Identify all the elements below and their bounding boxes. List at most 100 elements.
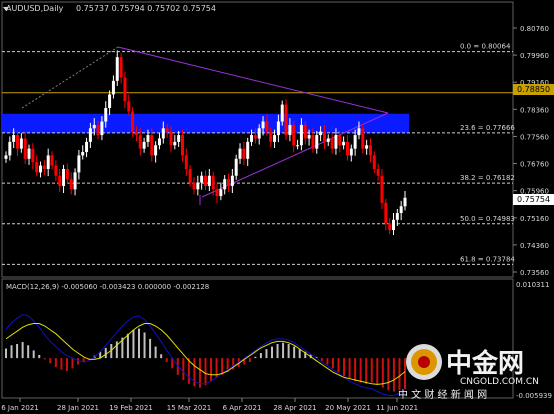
price-tick-label: 0.76760 xyxy=(520,161,549,169)
candle-body xyxy=(142,141,146,149)
candle-body xyxy=(31,148,35,163)
trendline-dotted xyxy=(21,46,119,109)
candle-body xyxy=(403,197,407,207)
candle-body xyxy=(85,141,89,153)
date-tick-label: 19 Feb 2021 xyxy=(109,404,153,412)
date-tick-label: 6 Apr 2021 xyxy=(223,404,262,412)
candle-body xyxy=(73,172,77,190)
candle-body xyxy=(211,175,215,190)
candle-body xyxy=(391,219,395,230)
candle-body xyxy=(127,101,131,112)
candle-body xyxy=(188,168,192,183)
candle-body xyxy=(357,128,361,136)
candle-body xyxy=(372,155,376,169)
candle-body xyxy=(100,121,104,136)
macd-scale-top: 0.010311 xyxy=(516,281,549,289)
candle-body xyxy=(223,179,227,190)
candle-body xyxy=(173,141,177,146)
candle-body xyxy=(54,165,58,176)
candle-body xyxy=(338,135,342,146)
candle-body xyxy=(273,135,277,142)
macd-scale-bottom: -0.005939 xyxy=(516,392,552,400)
candle-body xyxy=(169,131,173,146)
candle-body xyxy=(69,179,73,190)
candle-body xyxy=(146,135,150,142)
candle-body xyxy=(380,175,384,203)
candle-body xyxy=(134,131,138,136)
candle-body xyxy=(242,148,246,159)
date-tick-label: 28 Apr 2021 xyxy=(273,404,316,412)
candle-body xyxy=(326,138,330,142)
candle-body xyxy=(230,175,234,186)
candle-body xyxy=(161,128,165,139)
macd-line xyxy=(5,313,406,396)
candle-body xyxy=(376,168,380,176)
candle-body xyxy=(269,131,273,142)
candle-body xyxy=(131,111,135,132)
watermark-brand: 中金网 xyxy=(446,348,524,379)
symbol-title: AUDUSD,Daily xyxy=(6,4,64,13)
candle-body xyxy=(284,104,288,136)
candle-body xyxy=(257,128,261,139)
candle-body xyxy=(334,135,338,149)
candle-body xyxy=(265,121,269,132)
candle-body xyxy=(353,135,357,149)
candle-body xyxy=(342,141,346,146)
candle-body xyxy=(88,128,92,142)
candle-body xyxy=(322,131,326,142)
date-tick-label: 15 Mar 2021 xyxy=(167,404,211,412)
candle-body xyxy=(81,152,85,156)
cngold-logo-core xyxy=(418,356,430,368)
price-tick-label: 0.75160 xyxy=(520,215,549,223)
candle-body xyxy=(196,182,200,190)
candle-body xyxy=(219,189,223,197)
candle-body xyxy=(123,77,127,102)
candle-body xyxy=(77,155,81,173)
date-tick-label: 28 Jan 2021 xyxy=(57,404,99,412)
candle-body xyxy=(315,135,319,149)
candle-body xyxy=(96,124,100,136)
candle-body xyxy=(23,138,27,159)
candle-body xyxy=(253,135,257,139)
candle-body xyxy=(303,124,307,139)
candle-body xyxy=(115,57,119,81)
candle-body xyxy=(227,179,231,186)
candle-body xyxy=(292,124,296,146)
fib-label: 50.0 = 0.74983 xyxy=(460,215,515,223)
candlestick-series xyxy=(4,50,407,236)
candle-body xyxy=(138,135,142,149)
candle-body xyxy=(58,175,62,186)
triangle-upper-line xyxy=(117,46,389,114)
candle-body xyxy=(46,155,50,169)
candle-body xyxy=(192,182,196,190)
ohlc-readout: 0.75737 0.75794 0.75702 0.75754 xyxy=(76,4,216,13)
candle-body xyxy=(250,135,254,142)
price-tick-label: 0.77560 xyxy=(520,133,549,141)
candle-body xyxy=(157,138,161,146)
candle-body xyxy=(319,131,323,136)
candle-body xyxy=(65,168,69,180)
candle-body xyxy=(330,138,334,149)
date-tick-label: 20 May 2021 xyxy=(325,404,371,412)
candle-body xyxy=(399,206,403,214)
candle-body xyxy=(234,158,238,176)
candle-body xyxy=(261,121,265,129)
candle-body xyxy=(349,148,353,156)
date-tick-label: 6 Jan 2021 xyxy=(1,404,39,412)
candle-body xyxy=(200,175,204,183)
price-tick-label: 0.80760 xyxy=(520,25,549,33)
candle-body xyxy=(307,135,311,139)
candle-body xyxy=(16,135,20,149)
candle-body xyxy=(207,175,211,186)
candle-body xyxy=(368,145,372,156)
candle-body xyxy=(12,135,16,142)
candle-body xyxy=(215,189,219,197)
candle-body xyxy=(345,141,349,156)
candle-body xyxy=(111,80,115,95)
candle-body xyxy=(154,145,158,156)
watermark-tagline: 中 文 财 经 新 闻 网 xyxy=(398,388,487,401)
candle-body xyxy=(365,145,369,149)
price-chart[interactable]: AUDUSD,Daily 0.75737 0.75794 0.75702 0.7… xyxy=(0,0,554,414)
fib-label: 0.0 = 0.80064 xyxy=(460,43,511,51)
price-tick-label: 0.78360 xyxy=(520,106,549,114)
